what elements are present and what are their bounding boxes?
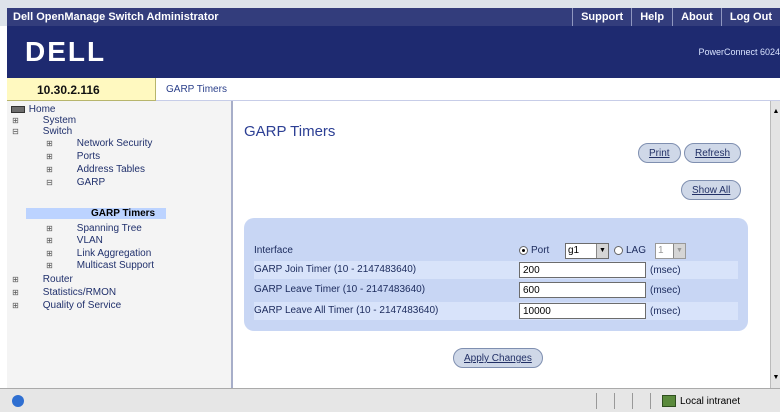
status-divider <box>650 393 651 409</box>
vertical-scrollbar[interactable]: ▲ ▼ <box>770 101 780 388</box>
tree-item-ports[interactable]: ⊞ Ports <box>45 150 100 163</box>
local-intranet-icon <box>662 395 676 407</box>
expand-icon[interactable]: ⊞ <box>11 286 20 299</box>
status-divider <box>614 393 615 409</box>
navigation-tree: Home ⊞ System ⊟ Switch ⊞ Network Securit… <box>7 101 233 388</box>
support-link[interactable]: Support <box>572 8 631 26</box>
leave-all-timer-row: GARP Leave All Timer (10 - 2147483640) (… <box>254 302 738 320</box>
leave-timer-input[interactable] <box>519 282 646 298</box>
join-timer-row: GARP Join Timer (10 - 2147483640) (msec) <box>254 261 738 279</box>
expand-icon[interactable]: ⊞ <box>11 273 20 286</box>
main-content: GARP Timers Print Refresh Show All Inter… <box>233 101 770 388</box>
join-timer-label: GARP Join Timer (10 - 2147483640) <box>254 264 417 275</box>
expand-icon[interactable]: ⊞ <box>45 259 54 272</box>
tree-item-multicast-support[interactable]: ⊞ Multicast Support <box>45 259 154 272</box>
app-title: Dell OpenManage Switch Administrator <box>13 11 219 23</box>
expand-icon[interactable]: ⊞ <box>45 150 54 163</box>
collapse-icon[interactable]: ⊟ <box>11 125 20 138</box>
breadcrumb: GARP Timers <box>156 78 780 101</box>
leave-all-timer-label: GARP Leave All Timer (10 - 2147483640) <box>254 305 439 316</box>
show-all-button[interactable]: Show All <box>681 180 742 200</box>
tree-item-quality-of-service[interactable]: ⊞ Quality of Service <box>11 299 121 312</box>
browser-globe-icon <box>12 395 24 407</box>
page-title: GARP Timers <box>244 123 336 140</box>
tree-item-network-security[interactable]: ⊞ Network Security <box>45 137 152 150</box>
leave-all-timer-input[interactable] <box>519 303 646 319</box>
logout-link[interactable]: Log Out <box>720 8 780 26</box>
device-ip: 10.30.2.116 <box>7 78 156 101</box>
status-divider <box>632 393 633 409</box>
scroll-up-icon[interactable]: ▲ <box>772 107 780 117</box>
apply-changes-button[interactable]: Apply Changes <box>453 348 543 368</box>
dell-logo: DELL <box>25 36 107 67</box>
interface-row: Interface Port g1 ▼ LAG 1 ▼ <box>254 242 738 260</box>
leave-timer-label: GARP Leave Timer (10 - 2147483640) <box>254 284 426 295</box>
collapse-icon[interactable]: ⊟ <box>45 176 54 189</box>
leave-timer-unit: (msec) <box>650 285 681 296</box>
leave-all-timer-unit: (msec) <box>650 306 681 317</box>
expand-icon[interactable]: ⊞ <box>45 234 54 247</box>
status-bar: Local intranet <box>0 388 780 412</box>
top-links: Support Help About Log Out <box>572 8 780 26</box>
dropdown-arrow-icon: ▼ <box>673 244 685 258</box>
expand-icon[interactable]: ⊞ <box>45 163 54 176</box>
lag-select[interactable]: 1 ▼ <box>655 243 686 259</box>
expand-icon[interactable]: ⊞ <box>11 299 20 312</box>
port-radio[interactable] <box>519 246 528 255</box>
top-nav-bar: Dell OpenManage Switch Administrator Sup… <box>7 8 780 26</box>
drive-icon <box>11 105 25 113</box>
expand-icon[interactable]: ⊞ <box>45 137 54 150</box>
lag-radio[interactable] <box>614 246 623 255</box>
leave-timer-row: GARP Leave Timer (10 - 2147483640) (msec… <box>254 281 738 299</box>
help-link[interactable]: Help <box>631 8 672 26</box>
dropdown-arrow-icon: ▼ <box>596 244 608 258</box>
tree-item-garp[interactable]: ⊟ GARP <box>45 176 105 189</box>
refresh-button[interactable]: Refresh <box>684 143 742 163</box>
interface-label: Interface <box>254 245 293 256</box>
title-bar: Dell OpenManage Switch Administrator Sup… <box>0 0 780 26</box>
security-zone-label: Local intranet <box>680 396 741 407</box>
brand-bar: DELL PowerConnect 6024 <box>7 26 780 78</box>
tree-item-statistics-rmon[interactable]: ⊞ Statistics/RMON <box>11 286 116 299</box>
garp-settings-panel: Interface Port g1 ▼ LAG 1 ▼ GARP Join Ti… <box>244 218 748 331</box>
join-timer-unit: (msec) <box>650 265 681 276</box>
port-select[interactable]: g1 ▼ <box>565 243 609 259</box>
model-name: PowerConnect 6024 <box>698 47 780 57</box>
join-timer-input[interactable] <box>519 262 646 278</box>
print-button[interactable]: Print <box>638 143 681 163</box>
tree-item-router[interactable]: ⊞ Router <box>11 273 73 286</box>
port-radio-label: Port <box>531 245 550 256</box>
tree-item-vlan[interactable]: ⊞ VLAN <box>45 234 103 247</box>
scroll-down-icon[interactable]: ▼ <box>772 373 780 383</box>
tree-item-garp-timers[interactable]: GARP Timers <box>91 207 155 220</box>
about-link[interactable]: About <box>672 8 721 26</box>
lag-radio-label: LAG <box>626 245 647 256</box>
status-divider <box>596 393 597 409</box>
tree-item-address-tables[interactable]: ⊞ Address Tables <box>45 163 145 176</box>
